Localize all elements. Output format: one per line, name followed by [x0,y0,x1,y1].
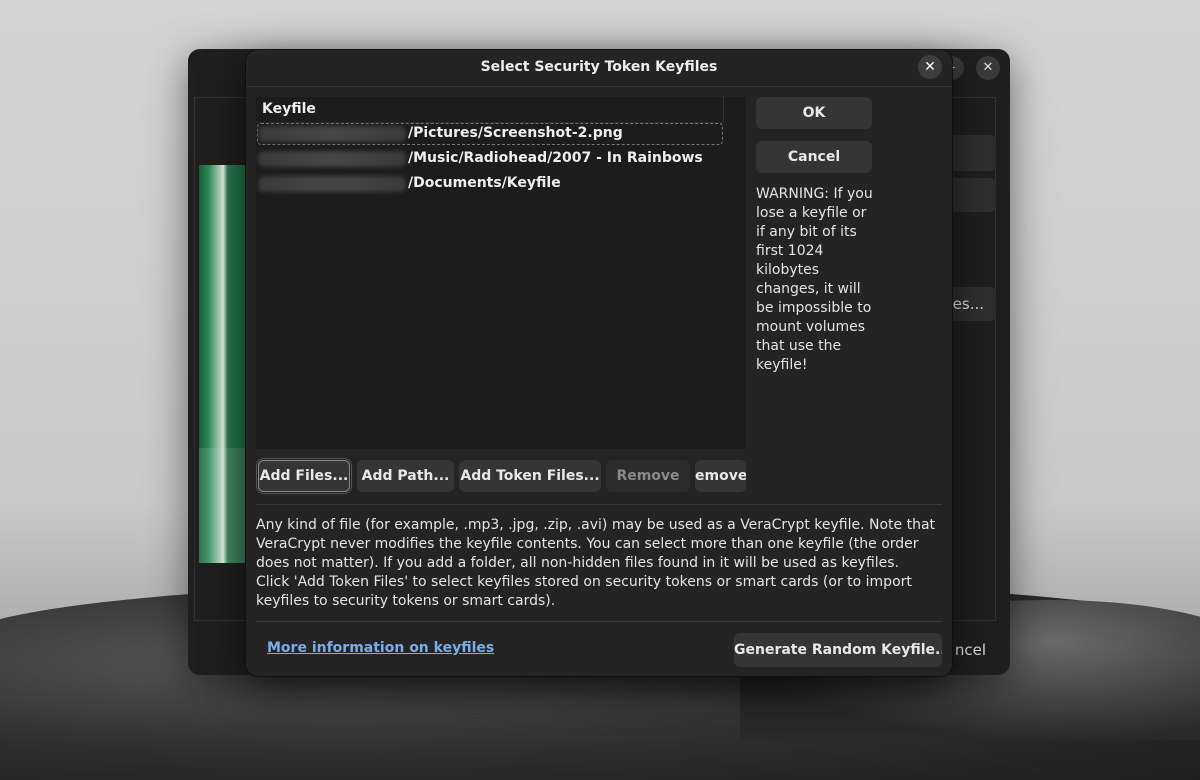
list-item[interactable]: /Pictures/Screenshot-2.png [257,123,723,145]
keyfile-column-label: Keyfile [262,101,316,117]
keyfile-warning-text: WARNING: If you lose a keyfile or if any… [756,186,873,373]
keyfile-list[interactable]: Keyfile /Pictures/Screenshot-2.png /Musi… [256,97,746,449]
close-icon[interactable]: ✕ [918,55,942,79]
ok-button[interactable]: OK [756,97,872,129]
keyfile-info-text: Any kind of file (for example, .mp3, .jp… [256,517,936,609]
add-files-button[interactable]: Add Files... [256,458,352,494]
keyfile-path: /Pictures/Screenshot-2.png [408,125,623,141]
keyfile-path: /Music/Radiohead/2007 - In Rainbows [408,150,703,166]
add-token-files-button[interactable]: Add Token Files... [459,460,601,492]
redacted-path [258,176,406,192]
parent-cancel-button[interactable]: ncel [948,633,998,665]
remove-all-button[interactable]: emove A [695,460,746,492]
cancel-button[interactable]: Cancel [756,141,872,173]
select-keyfiles-dialog: Select Security Token Keyfiles ✕ Keyfile… [246,50,952,676]
parent-keyfiles-button[interactable]: iles... [944,287,996,321]
titlebar-divider [246,86,952,87]
generate-random-keyfile-button[interactable]: Generate Random Keyfile... [734,633,942,667]
remove-button[interactable]: Remove [606,460,690,492]
list-item[interactable]: /Documents/Keyfile [258,174,722,194]
list-item[interactable]: /Music/Radiohead/2007 - In Rainbows [258,149,722,169]
redacted-path [258,151,406,167]
dialog-title: Select Security Token Keyfiles [480,59,718,75]
parent-image-preview [199,165,247,563]
parent-cancel-label: ncel [954,641,986,659]
parent-button[interactable] [948,135,996,171]
column-divider [723,97,724,122]
section-divider [256,504,942,505]
section-divider [256,621,942,622]
close-icon[interactable]: ✕ [976,56,1000,80]
keyfile-path: /Documents/Keyfile [408,175,561,191]
keyfile-column-header[interactable]: Keyfile [256,97,724,123]
parent-button[interactable] [948,178,996,212]
redacted-path [258,126,406,142]
more-info-link[interactable]: More information on keyfiles [267,640,494,656]
add-path-button[interactable]: Add Path... [357,460,454,492]
dialog-titlebar: Select Security Token Keyfiles ✕ [246,50,952,86]
